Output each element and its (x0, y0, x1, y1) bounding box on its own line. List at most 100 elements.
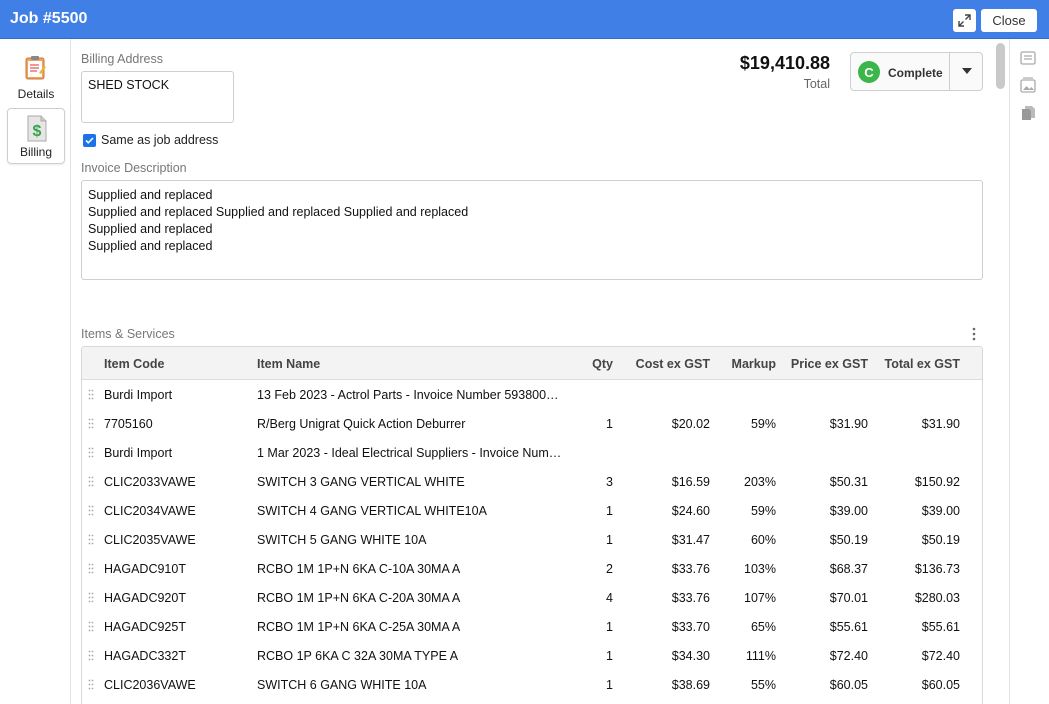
table-row[interactable]: HAGADC925T RCBO 1M 1P+N 6KA C-25A 30MA A 1… (82, 612, 982, 641)
cell-price: $31.90 (829, 417, 868, 431)
column-header-total[interactable]: Total ex GST (885, 357, 960, 371)
drag-handle-icon[interactable] (88, 476, 94, 487)
expand-button[interactable] (953, 9, 976, 32)
table-row[interactable]: CLIC2035VAWE SWITCH 5 GANG WHITE 10A 1 $31.… (82, 525, 982, 554)
cell-markup: 55% (750, 678, 776, 692)
nav-item-label: Billing (19, 145, 52, 159)
cell-item-name: R/Berg Unigrat Quick Action Deburrer (257, 417, 466, 431)
cell-item-name: RCBO 1M 1P+N 6KA C-20A 30MA A (257, 591, 461, 605)
close-button[interactable]: Close (981, 9, 1037, 32)
table-row[interactable]: HAGADC920T RCBO 1M 1P+N 6KA C-20A 30MA A 4… (82, 583, 982, 612)
nav-item-details[interactable]: Details (7, 49, 65, 105)
drag-handle-icon[interactable] (88, 679, 94, 690)
cell-item-name: SWITCH 6 GANG WHITE 10A (257, 678, 427, 692)
cell-markup: 60% (750, 533, 776, 547)
cell-total: $55.61 (921, 620, 960, 634)
checkbox-checked[interactable] (83, 133, 96, 147)
cell-item-code: CLIC2034VAWE (104, 504, 196, 518)
drag-handle-icon[interactable] (88, 650, 94, 661)
nav-item-billing[interactable]: $ Billing (7, 108, 65, 164)
cell-cost: $24.60 (671, 504, 710, 518)
drag-handle-icon[interactable] (88, 563, 94, 574)
cell-cost: $20.02 (671, 417, 710, 431)
gallery-icon[interactable] (1020, 77, 1036, 93)
svg-text:$: $ (33, 123, 42, 140)
drag-handle-icon[interactable] (88, 592, 94, 603)
cell-price: $50.19 (829, 533, 868, 547)
column-header-qty[interactable]: Qty (592, 357, 613, 371)
cell-qty: 2 (606, 562, 613, 576)
cell-qty: 1 (606, 620, 613, 634)
window-title: Job #5500 (10, 10, 88, 27)
column-header-item-code[interactable]: Item Code (104, 357, 164, 371)
kebab-menu-icon[interactable] (971, 327, 977, 341)
drag-handle-icon[interactable] (88, 505, 94, 516)
cell-item-name: RCBO 1M 1P+N 6KA C-10A 30MA A (257, 562, 461, 576)
same-as-job-checkbox[interactable]: Same as job address (83, 133, 218, 147)
billing-address-field[interactable]: SHED STOCK (81, 71, 234, 123)
status-badge: C (858, 61, 880, 83)
cell-price: $72.40 (829, 649, 868, 663)
table-row[interactable]: HAGADC910T RCBO 1M 1P+N 6KA C-10A 30MA A 2… (82, 554, 982, 583)
table-row[interactable]: CLIC2033VAWE SWITCH 3 GANG VERTICAL WHITE… (82, 467, 982, 496)
clipboard-icon (25, 56, 46, 80)
cell-qty: 1 (606, 504, 613, 518)
cell-price: $50.31 (829, 475, 868, 489)
cell-item-code: CLIC2035VAWE (104, 533, 196, 547)
cell-markup: 103% (744, 562, 776, 576)
scrollbar-thumb[interactable] (996, 43, 1005, 89)
table-header: Item Code Item Name Qty Cost ex GST Mark… (82, 347, 982, 380)
cell-item-code: Burdi Import (104, 446, 173, 460)
notes-icon[interactable] (1020, 51, 1036, 65)
drag-handle-icon[interactable] (88, 418, 94, 429)
table-row[interactable]: HAGADC332T RCBO 1P 6KA C 32A 30MA TYPE A 1… (82, 641, 982, 670)
cell-markup: 65% (750, 620, 776, 634)
table-row[interactable]: Burdi Import 1 Mar 2023 - Ideal Electrica… (82, 438, 982, 467)
cell-item-code: HAGADC332T (104, 649, 186, 663)
cell-qty: 1 (606, 649, 613, 663)
left-nav: Details $ Billing (0, 39, 71, 704)
check-icon (85, 136, 94, 144)
cell-item-code: HAGADC925T (104, 620, 186, 634)
cell-markup: 203% (744, 475, 776, 489)
description-line: Supplied and replaced (88, 222, 213, 236)
cell-qty: 1 (606, 533, 613, 547)
cell-price: $55.61 (829, 620, 868, 634)
cell-item-name: SWITCH 4 GANG VERTICAL WHITE10A (257, 504, 487, 518)
drag-handle-icon[interactable] (88, 621, 94, 632)
cell-price: $39.00 (829, 504, 868, 518)
column-header-cost[interactable]: Cost ex GST (636, 357, 710, 371)
drag-handle-icon[interactable] (88, 389, 94, 400)
cell-cost: $16.59 (671, 475, 710, 489)
cell-total: $72.40 (921, 649, 960, 663)
total-amount: $19,410.88 (739, 53, 830, 73)
divider (949, 53, 950, 90)
cell-total: $50.19 (921, 533, 960, 547)
cell-total: $60.05 (921, 678, 960, 692)
cell-cost: $38.69 (671, 678, 710, 692)
cell-item-name: RCBO 1P 6KA C 32A 30MA TYPE A (257, 649, 459, 663)
column-header-markup[interactable]: Markup (732, 357, 776, 371)
column-header-price[interactable]: Price ex GST (791, 357, 868, 371)
items-table: Item Code Item Name Qty Cost ex GST Mark… (81, 346, 983, 704)
vertical-scrollbar[interactable] (996, 43, 1006, 698)
copy-docs-icon[interactable] (1020, 105, 1036, 121)
table-row[interactable]: CLIC2034VAWE SWITCH 4 GANG VERTICAL WHITE… (82, 496, 982, 525)
caret-down-icon[interactable] (962, 68, 972, 75)
drag-handle-icon[interactable] (88, 534, 94, 545)
column-header-item-name[interactable]: Item Name (257, 357, 320, 371)
cell-cost: $33.76 (671, 591, 710, 605)
cell-total: $280.03 (914, 591, 960, 605)
status-dropdown[interactable]: C Complete (850, 52, 983, 91)
cell-cost: $33.70 (671, 620, 710, 634)
cell-cost: $31.47 (671, 533, 710, 547)
cell-item-code: HAGADC910T (104, 562, 186, 576)
same-as-job-label: Same as job address (101, 133, 219, 147)
table-row[interactable]: Burdi Import 13 Feb 2023 - Actrol Parts -… (82, 380, 982, 409)
drag-handle-icon[interactable] (88, 447, 94, 458)
table-row[interactable]: CLIC2036VAWE SWITCH 6 GANG WHITE 10A 1 $38.… (82, 670, 982, 699)
table-row[interactable]: 7705160 R/Berg Unigrat Quick Action Debur… (82, 409, 982, 438)
invoice-description-field[interactable]: Supplied and replaced Supplied and repla… (81, 180, 983, 280)
cell-markup: 59% (750, 417, 776, 431)
cell-markup: 107% (744, 591, 776, 605)
